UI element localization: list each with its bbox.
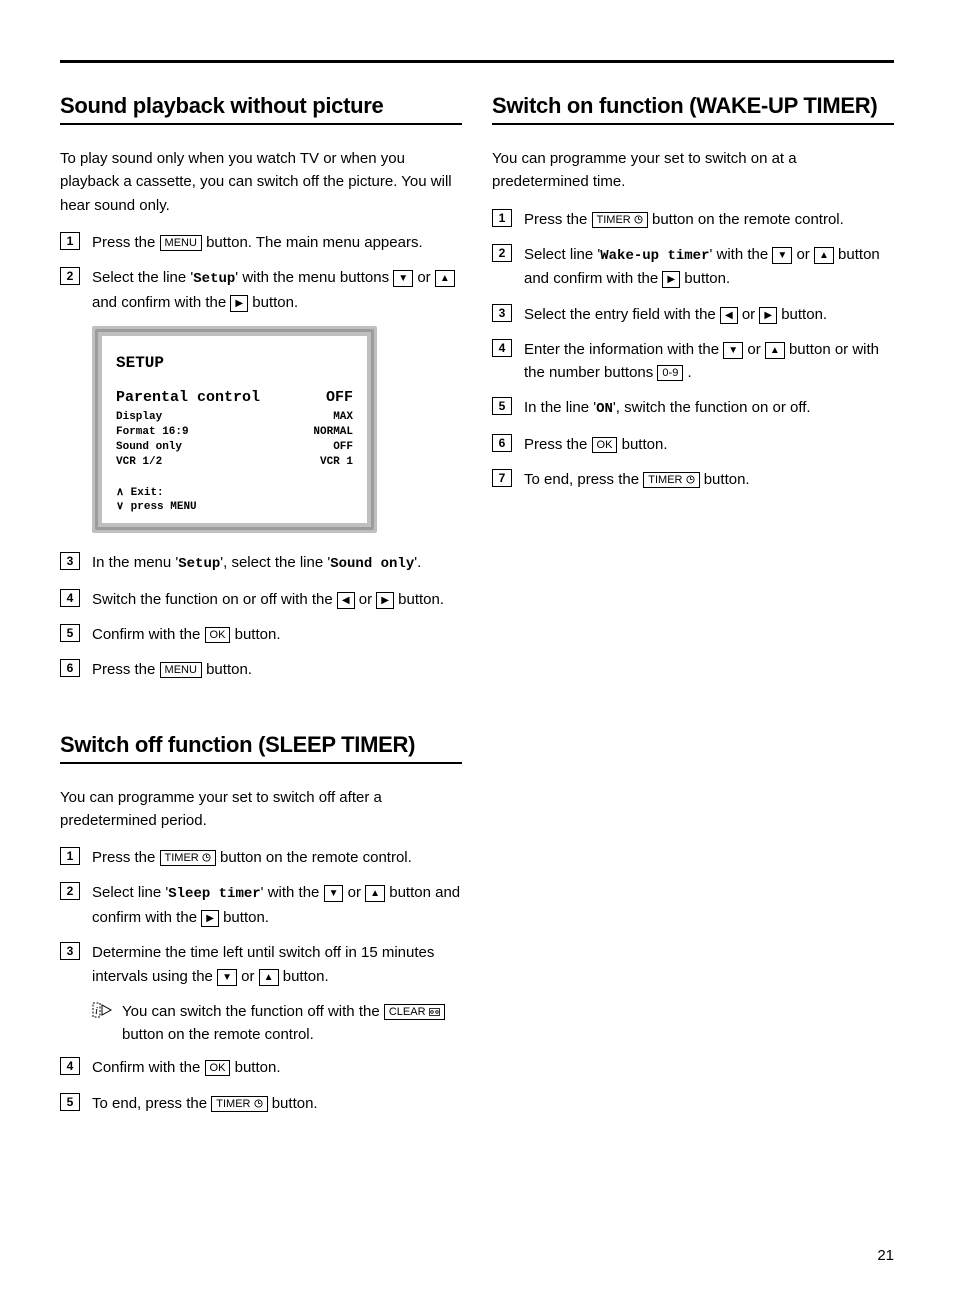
- osd-label-sleep-timer: Sleep timer: [168, 886, 260, 902]
- steps-sound-playback: Press the MENU button. The main menu app…: [60, 231, 462, 314]
- osd-exit: ∧ Exit: ∨ press MENU: [116, 486, 353, 516]
- tip-note: i You can switch the function off with t…: [92, 1000, 462, 1047]
- step: Select line 'Wake-up timer' with the ▼ o…: [492, 243, 894, 291]
- osd-title: SETUP: [116, 354, 353, 372]
- step: Select line 'Sleep timer' with the ▼ or …: [60, 881, 462, 929]
- osd-label-on: ON: [596, 401, 613, 417]
- two-column-layout: Sound playback without picture To play s…: [60, 93, 894, 1127]
- left-key: ◀: [337, 592, 355, 609]
- timer-key: TIMER: [592, 212, 648, 228]
- steps-sleep-timer-cont: Confirm with the OK button. To end, pres…: [60, 1056, 462, 1115]
- down-key: ▼: [393, 270, 413, 287]
- down-key: ▼: [723, 342, 743, 359]
- osd-label-wakeup-timer: Wake-up timer: [600, 248, 709, 264]
- svg-text:i: i: [95, 1005, 98, 1017]
- osd-row: Display MAX: [116, 410, 353, 425]
- step: In the menu 'Setup', select the line 'So…: [60, 551, 462, 576]
- timer-key: TIMER: [643, 472, 699, 488]
- right-key: ▶: [230, 295, 248, 312]
- right-key: ▶: [759, 307, 777, 324]
- steps-sound-playback-cont: In the menu 'Setup', select the line 'So…: [60, 551, 462, 681]
- column-left: Sound playback without picture To play s…: [60, 93, 462, 1127]
- step: Enter the information with the ▼ or ▲ bu…: [492, 338, 894, 385]
- down-key: ▼: [324, 885, 344, 902]
- right-key: ▶: [376, 592, 394, 609]
- step: Press the TIMER button on the remote con…: [492, 208, 894, 231]
- step: In the line 'ON', switch the function on…: [492, 396, 894, 421]
- up-key: ▲: [365, 885, 385, 902]
- clear-key: CLEAR: [384, 1004, 445, 1020]
- osd-label-sound-only: Sound only: [330, 556, 414, 572]
- osd-frame: SETUP Parental control OFF Display MAX F…: [92, 326, 377, 533]
- down-key: ▼: [772, 247, 792, 264]
- clock-icon: [686, 475, 695, 484]
- up-key: ▲: [814, 247, 834, 264]
- step: Press the MENU button. The main menu app…: [60, 231, 462, 254]
- intro-sound-playback: To play sound only when you watch TV or …: [60, 147, 462, 217]
- right-key: ▶: [201, 910, 219, 927]
- column-right: Switch on function (WAKE-UP TIMER) You c…: [492, 93, 894, 1127]
- osd-row: Sound only OFF: [116, 440, 353, 455]
- menu-key: MENU: [160, 662, 202, 678]
- intro-sleep-timer: You can programme your set to switch off…: [60, 786, 462, 833]
- up-key: ▲: [259, 969, 279, 986]
- right-key: ▶: [662, 271, 680, 288]
- up-key: ▲: [765, 342, 785, 359]
- osd-row: Format 16:9 NORMAL: [116, 425, 353, 440]
- page-number: 21: [60, 1247, 894, 1264]
- osd-screenshot: SETUP Parental control OFF Display MAX F…: [92, 326, 462, 533]
- ok-key: OK: [205, 1060, 231, 1076]
- step: To end, press the TIMER button.: [60, 1092, 462, 1115]
- left-key: ◀: [720, 307, 738, 324]
- up-key: ▲: [435, 270, 455, 287]
- steps-sleep-timer: Press the TIMER button on the remote con…: [60, 846, 462, 988]
- steps-wakeup-timer: Press the TIMER button on the remote con…: [492, 208, 894, 492]
- timer-key: TIMER: [211, 1096, 267, 1112]
- step: Select the entry field with the ◀ or ▶ b…: [492, 303, 894, 326]
- heading-sleep-timer: Switch off function (SLEEP TIMER): [60, 732, 462, 758]
- clock-icon: [254, 1099, 263, 1108]
- number-keys: 0-9: [657, 365, 683, 381]
- section-rule: [60, 123, 462, 125]
- section-rule: [60, 762, 462, 764]
- step: Press the OK button.: [492, 433, 894, 456]
- info-arrow-icon: i: [92, 1002, 112, 1018]
- step: To end, press the TIMER button.: [492, 468, 894, 491]
- step: Determine the time left until switch off…: [60, 941, 462, 988]
- clock-icon: [634, 215, 643, 224]
- ok-key: OK: [592, 437, 618, 453]
- menu-key: MENU: [160, 235, 202, 251]
- osd-label-setup: Setup: [193, 271, 235, 287]
- heading-sound-playback: Sound playback without picture: [60, 93, 462, 119]
- tip-text: You can switch the function off with the…: [122, 1000, 462, 1047]
- step: Select the line 'Setup' with the menu bu…: [60, 266, 462, 314]
- step: Press the MENU button.: [60, 658, 462, 681]
- osd-row: Parental control OFF: [116, 388, 353, 408]
- ok-key: OK: [205, 627, 231, 643]
- step: Confirm with the OK button.: [60, 623, 462, 646]
- page-rule-top: [60, 60, 894, 63]
- section-rule: [492, 123, 894, 125]
- down-key: ▼: [217, 969, 237, 986]
- heading-wakeup-timer: Switch on function (WAKE-UP TIMER): [492, 93, 894, 119]
- cassette-icon: [429, 1008, 440, 1016]
- osd-row: VCR 1/2 VCR 1: [116, 455, 353, 470]
- osd-label-setup: Setup: [178, 556, 220, 572]
- step: Confirm with the OK button.: [60, 1056, 462, 1079]
- step: Press the TIMER button on the remote con…: [60, 846, 462, 869]
- timer-key: TIMER: [160, 850, 216, 866]
- intro-wakeup-timer: You can programme your set to switch on …: [492, 147, 894, 194]
- clock-icon: [202, 853, 211, 862]
- step: Switch the function on or off with the ◀…: [60, 588, 462, 611]
